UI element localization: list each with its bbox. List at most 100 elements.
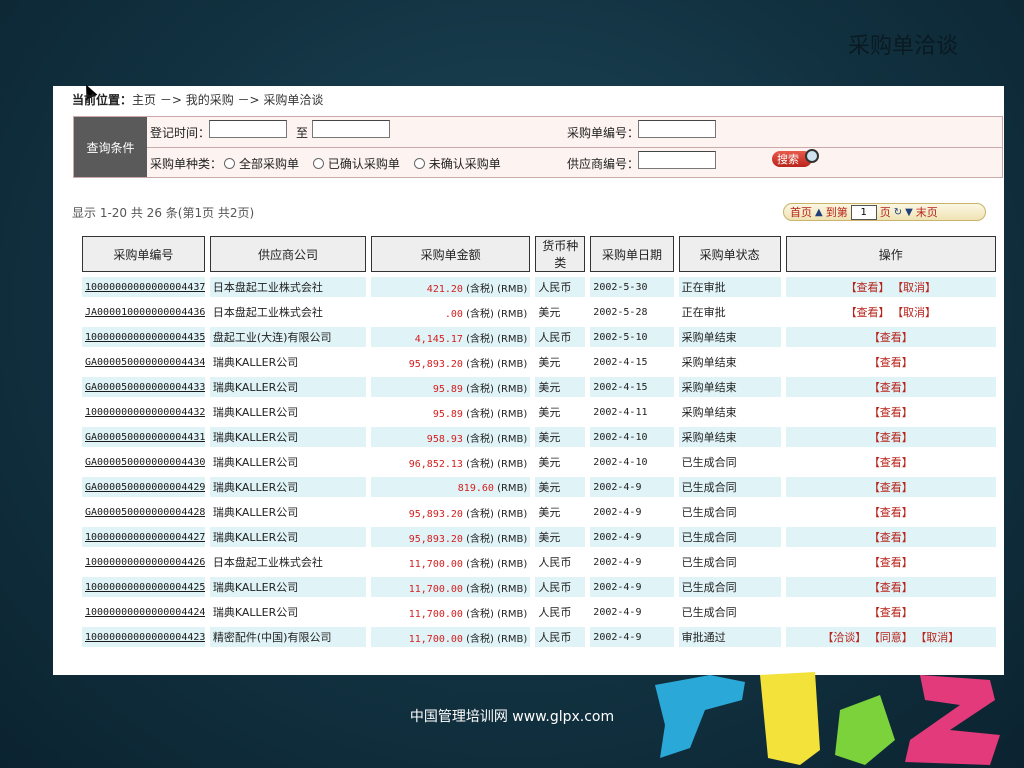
reg-time-end-input[interactable] <box>312 120 390 138</box>
col-header-order-no[interactable]: 采购单编号 <box>82 236 205 272</box>
radio-all[interactable] <box>224 158 235 169</box>
cell-status: 已生成合同 <box>678 577 781 597</box>
cell-amount: 958.93 (含税) (RMB) <box>371 427 531 447</box>
cell-order-no[interactable]: 10000000000000004426 <box>82 552 205 572</box>
amount-value: 421.20 <box>426 283 463 295</box>
cell-supplier: 瑞典KALLER公司 <box>209 477 367 497</box>
table-row: GA000050000000004431 瑞典KALLER公司 958.93 (含税… <box>82 427 996 447</box>
amount-value: 11,700.00 <box>408 583 463 595</box>
op-link[interactable]: 【查看】 <box>869 456 913 469</box>
radio-unconfirmed-label[interactable]: 未确认采购单 <box>429 157 501 171</box>
op-link[interactable]: 【查看】 <box>869 356 913 369</box>
cell-order-no[interactable]: GA000050000000004428 <box>82 502 205 522</box>
amount-value: 95,893.20 <box>408 533 463 545</box>
op-link[interactable]: 【取消】 <box>921 631 960 644</box>
cell-order-no[interactable]: GA000050000000004431 <box>82 427 205 447</box>
pager-first[interactable]: 首页 <box>790 204 812 220</box>
cell-supplier: 日本盘起工业株式会社 <box>212 306 323 319</box>
cell-order-no[interactable]: GA000050000000004433 <box>82 377 205 397</box>
cell-date: 2002-4-9 <box>590 477 674 497</box>
op-link[interactable]: 【查看】 <box>846 281 890 294</box>
cell-order-no[interactable]: 10000000000000004424 <box>82 602 205 622</box>
cell-supplier: 盘起工业(大连)有限公司 <box>209 327 367 347</box>
order-no-input[interactable] <box>638 120 716 138</box>
op-link[interactable]: 【查看】 <box>869 331 913 344</box>
table-row: 10000000000000004424 瑞典KALLER公司 11,700.00 … <box>82 602 996 622</box>
pager-goto-label: 到第 <box>825 206 848 219</box>
col-header-status[interactable]: 采购单状态 <box>678 236 781 272</box>
cell-order-no[interactable]: JA000010000000004436 <box>82 302 205 322</box>
refresh-icon[interactable]: ↻ <box>894 207 902 218</box>
cell-amount: 95,893.20 (含税) (RMB) <box>371 352 530 372</box>
cell-status: 已生成合同 <box>681 456 737 469</box>
cell-ops: 【查看】 <box>785 327 996 347</box>
cell-status: 审批通过 <box>678 627 781 647</box>
breadcrumb-path[interactable]: 主页 －> 我的采购 －> 采购单洽谈 <box>132 93 323 107</box>
cell-ops: 【查看】 <box>786 552 996 572</box>
table-row: 10000000000000004425 瑞典KALLER公司 11,700.00 … <box>82 577 996 597</box>
col-header-currency[interactable]: 货币种类 <box>535 236 586 272</box>
table-row: GA000050000000004433 瑞典KALLER公司 95.89 (含税)… <box>82 377 996 397</box>
cell-status: 采购单结束 <box>678 427 781 447</box>
op-link[interactable]: 【查看】 <box>869 431 913 444</box>
op-link[interactable]: 【查看】 <box>869 481 913 494</box>
amount-suffix: (含税) (RMB) <box>462 433 528 445</box>
radio-all-label[interactable]: 全部采购单 <box>239 157 299 171</box>
supplier-no-input[interactable] <box>638 151 716 169</box>
cell-amount: 95,893.20 (含税) (RMB) <box>371 502 530 522</box>
cell-ops: 【查看】 <box>786 502 996 522</box>
cell-order-no[interactable]: 10000000000000004425 <box>82 577 205 597</box>
search-button[interactable]: 搜索 <box>772 149 819 167</box>
op-link[interactable]: 【洽谈】 <box>822 631 866 644</box>
amount-value: 95.89 <box>432 383 463 395</box>
op-link[interactable]: 【查看】 <box>869 606 913 619</box>
prev-page-icon[interactable]: ▲ <box>815 207 823 218</box>
op-link[interactable]: 【取消】 <box>898 281 937 294</box>
cell-date: 2002-4-9 <box>593 506 642 518</box>
op-link[interactable]: 【查看】 <box>846 306 890 319</box>
cell-order-no[interactable]: GA000050000000004429 <box>82 477 205 497</box>
op-link[interactable]: 【查看】 <box>869 506 913 519</box>
to-label: 至 <box>296 126 309 140</box>
cell-status: 采购单结束 <box>681 356 737 369</box>
amount-value: 95,893.20 <box>408 508 463 520</box>
query-box: 查询条件 登记时间： 至 采购单编号： 采购单种类： 全部采购单 已确认采购单 … <box>73 116 1003 178</box>
amount-suffix: (含税) (RMB) <box>462 533 528 545</box>
cell-date: 2002-5-28 <box>593 306 648 318</box>
col-header-supplier[interactable]: 供应商公司 <box>209 236 367 272</box>
radio-confirmed[interactable] <box>312 158 324 169</box>
radio-unconfirmed[interactable] <box>413 158 425 169</box>
cell-order-no[interactable]: 10000000000000004427 <box>82 527 205 547</box>
table-row: GA000050000000004428 瑞典KALLER公司 95,893.20 … <box>82 502 996 522</box>
op-link[interactable]: 【查看】 <box>869 406 913 419</box>
cell-amount: 819.60 (RMB) <box>371 477 531 497</box>
op-link[interactable]: 【查看】 <box>869 581 913 594</box>
op-link[interactable]: 【查看】 <box>869 531 913 544</box>
next-page-icon[interactable]: ▼ <box>905 207 913 218</box>
op-link[interactable]: 【查看】 <box>869 381 913 394</box>
cell-date: 2002-4-9 <box>593 556 642 568</box>
op-link[interactable]: 【取消】 <box>898 306 937 319</box>
col-header-date[interactable]: 采购单日期 <box>590 236 674 272</box>
op-link[interactable]: 【查看】 <box>869 556 913 569</box>
cell-order-no[interactable]: 10000000000000004435 <box>82 327 205 347</box>
cell-order-no[interactable]: 10000000000000004432 <box>82 402 205 422</box>
reg-time-start-input[interactable] <box>209 120 287 138</box>
deco-shape-green <box>835 695 895 765</box>
page-number-input[interactable]: 1 <box>850 204 877 220</box>
cell-order-no[interactable]: 10000000000000004423 <box>82 627 205 647</box>
amount-suffix: (含税) (RMB) <box>462 583 528 595</box>
cell-order-no[interactable]: GA000050000000004434 <box>82 352 205 372</box>
amount-value: 11,700.00 <box>408 608 463 620</box>
radio-confirmed-label[interactable]: 已确认采购单 <box>328 157 400 171</box>
cell-date: 2002-4-9 <box>590 627 674 647</box>
cell-order-no[interactable]: 10000000000000004437 <box>82 277 205 297</box>
amount-suffix: (含税) (RMB) <box>462 508 528 520</box>
cell-amount: 4,145.17 (含税) (RMB) <box>371 327 531 347</box>
cell-status: 采购单结束 <box>678 377 781 397</box>
table-row: GA000050000000004434 瑞典KALLER公司 95,893.20 … <box>82 352 996 372</box>
cell-order-no[interactable]: GA000050000000004430 <box>82 452 205 472</box>
pager-last[interactable]: 末页 <box>916 204 938 220</box>
op-link[interactable]: 【同意】 <box>874 631 913 644</box>
col-header-amount[interactable]: 采购单金额 <box>371 236 531 272</box>
